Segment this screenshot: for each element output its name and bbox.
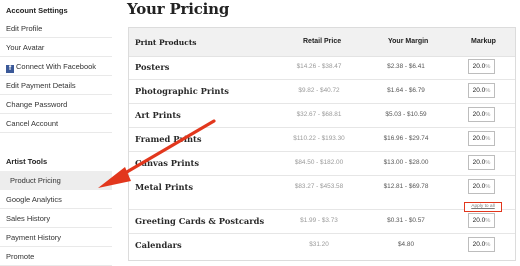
markup-input[interactable]: 20.0% (468, 131, 495, 146)
sidebar-item-change-password[interactable]: Change Password (0, 95, 112, 114)
product-name: Photographic Prints (135, 86, 229, 96)
pricing-table: Print Products Retail Price Your Margin … (128, 27, 516, 261)
your-margin: $13.00 - $28.00 (383, 159, 429, 166)
markup-input[interactable]: 20.0% (468, 237, 495, 252)
markup-input[interactable]: 20.0% (468, 107, 495, 122)
table-row: Metal Prints $83.27 - $453.58 $12.81 - $… (129, 176, 515, 210)
sidebar-item-label: Cancel Account (6, 119, 59, 128)
apply-to-all-link[interactable]: Apply to all (464, 202, 502, 212)
sidebar-item-payment-history[interactable]: Payment History (0, 228, 112, 247)
your-margin: $12.81 - $69.78 (383, 183, 429, 190)
header-retail-price: Retail Price (303, 38, 342, 45)
sidebar-item-promote[interactable]: Promote (0, 247, 112, 266)
your-margin: $1.64 - $6.79 (387, 87, 425, 94)
sidebar-item-label: Promote (6, 252, 35, 261)
sidebar-item-label: Product Pricing (10, 176, 61, 185)
retail-price: $1.99 - $3.73 (300, 217, 338, 224)
your-margin: $16.96 - $29.74 (383, 135, 429, 142)
your-margin: $0.31 - $0.57 (387, 217, 425, 224)
page-title: Your Pricing (127, 0, 230, 18)
markup-input[interactable]: 20.0% (468, 179, 495, 194)
sidebar-item-product-pricing[interactable]: Product Pricing (0, 171, 112, 190)
table-row: Calendars $31.20 $4.80 20.0% (129, 234, 515, 257)
your-margin: $5.03 - $10.59 (385, 111, 427, 118)
product-name: Metal Prints (135, 182, 194, 192)
table-row: Framed Prints $110.22 - $193.30 $16.96 -… (129, 128, 515, 152)
sidebar-item-your-avatar[interactable]: Your Avatar (0, 38, 112, 57)
table-row: Photographic Prints $9.82 - $40.72 $1.64… (129, 80, 515, 104)
sidebar-item-label: Your Avatar (6, 43, 45, 52)
product-name: Art Prints (135, 110, 181, 120)
sidebar: Account Settings Edit Profile Your Avata… (0, 0, 112, 266)
sidebar-item-connect-facebook[interactable]: f Connect With Facebook (0, 57, 112, 76)
markup-input[interactable]: 20.0% (468, 213, 495, 228)
sidebar-item-label: Sales History (6, 214, 51, 223)
retail-price: $31.20 (309, 241, 329, 248)
sidebar-item-label: Google Analytics (6, 195, 62, 204)
sidebar-item-label: Change Password (6, 100, 68, 109)
retail-price: $110.22 - $193.30 (293, 135, 345, 142)
retail-price: $32.67 - $68.81 (296, 111, 342, 118)
your-margin: $2.38 - $6.41 (387, 63, 425, 70)
your-margin: $4.80 (398, 241, 414, 248)
product-name: Canvas Prints (135, 158, 200, 168)
product-name: Greeting Cards & Postcards (135, 216, 265, 226)
table-row: Canvas Prints $84.50 - $182.00 $13.00 - … (129, 152, 515, 176)
sidebar-item-cancel-account[interactable]: Cancel Account (0, 114, 112, 133)
table-header: Print Products Retail Price Your Margin … (129, 28, 515, 57)
sidebar-item-edit-payment[interactable]: Edit Payment Details (0, 76, 112, 95)
header-your-margin: Your Margin (388, 38, 429, 45)
header-markup: Markup (471, 38, 496, 45)
product-name: Posters (135, 62, 170, 72)
markup-input[interactable]: 20.0% (468, 83, 495, 98)
markup-input[interactable]: 20.0% (468, 155, 495, 170)
artist-tools-heading: Artist Tools (6, 157, 48, 166)
product-name: Calendars (135, 240, 182, 250)
retail-price: $14.26 - $38.47 (296, 63, 342, 70)
retail-price: $84.50 - $182.00 (294, 159, 344, 166)
table-row: Greeting Cards & Postcards $1.99 - $3.73… (129, 210, 515, 234)
table-row: Posters $14.26 - $38.47 $2.38 - $6.41 20… (129, 56, 515, 80)
retail-price: $83.27 - $453.58 (294, 183, 344, 190)
header-print-products: Print Products (135, 38, 197, 47)
sidebar-item-sales-history[interactable]: Sales History (0, 209, 112, 228)
retail-price: $9.82 - $40.72 (298, 87, 340, 94)
markup-input[interactable]: 20.0% (468, 59, 495, 74)
table-row: Art Prints $32.67 - $68.81 $5.03 - $10.5… (129, 104, 515, 128)
sidebar-item-edit-profile[interactable]: Edit Profile (0, 19, 112, 38)
sidebar-item-label: Edit Profile (6, 24, 43, 33)
sidebar-item-label: Payment History (6, 233, 62, 242)
facebook-icon: f (6, 65, 14, 73)
sidebar-item-google-analytics[interactable]: Google Analytics (0, 190, 112, 209)
sidebar-item-label: Edit Payment Details (6, 81, 76, 90)
sidebar-item-label: Connect With Facebook (16, 62, 97, 71)
account-settings-heading: Account Settings (6, 6, 68, 15)
product-name: Framed Prints (135, 134, 202, 144)
